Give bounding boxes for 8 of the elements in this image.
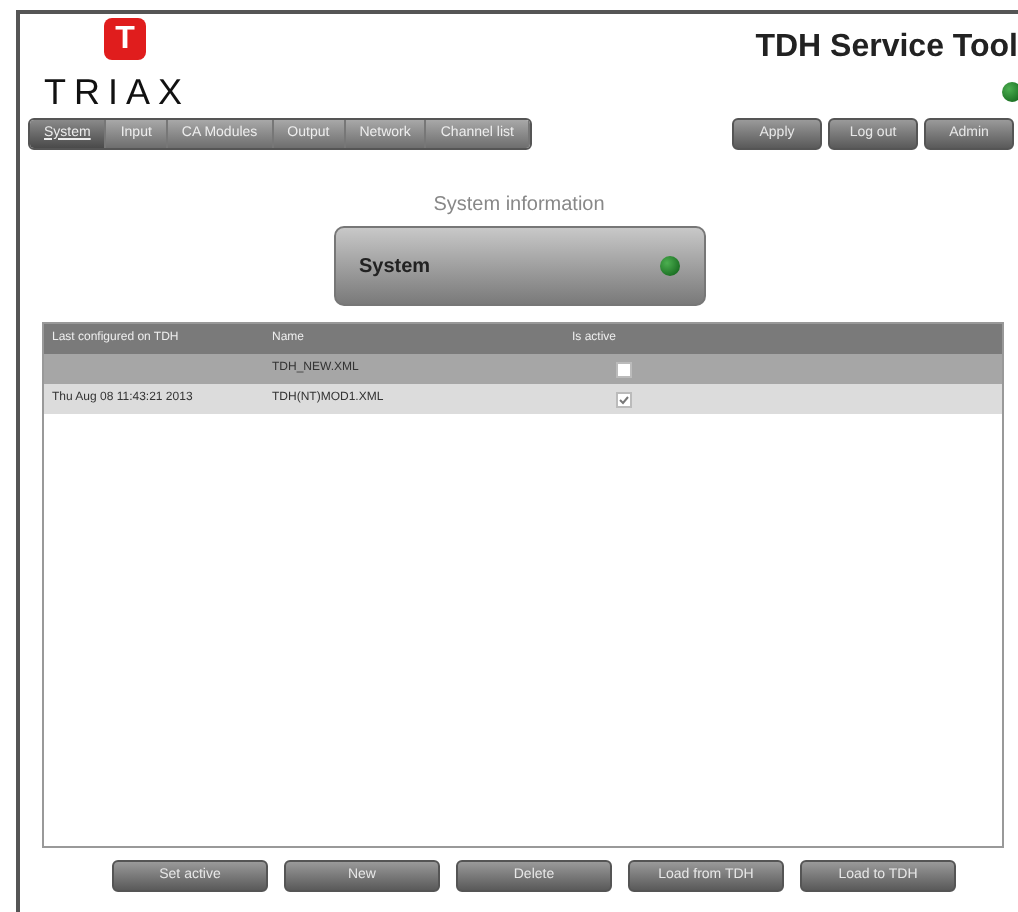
app-title: TDH Service Tool	[755, 28, 1018, 68]
logo-wordmark: TRIAX	[44, 72, 191, 112]
check-icon	[618, 393, 630, 405]
active-checkbox[interactable]	[616, 361, 632, 377]
active-checkbox[interactable]	[616, 391, 632, 407]
logo-mark: T	[104, 18, 146, 60]
system-label: System	[359, 253, 431, 281]
section-title: System information	[433, 192, 605, 220]
